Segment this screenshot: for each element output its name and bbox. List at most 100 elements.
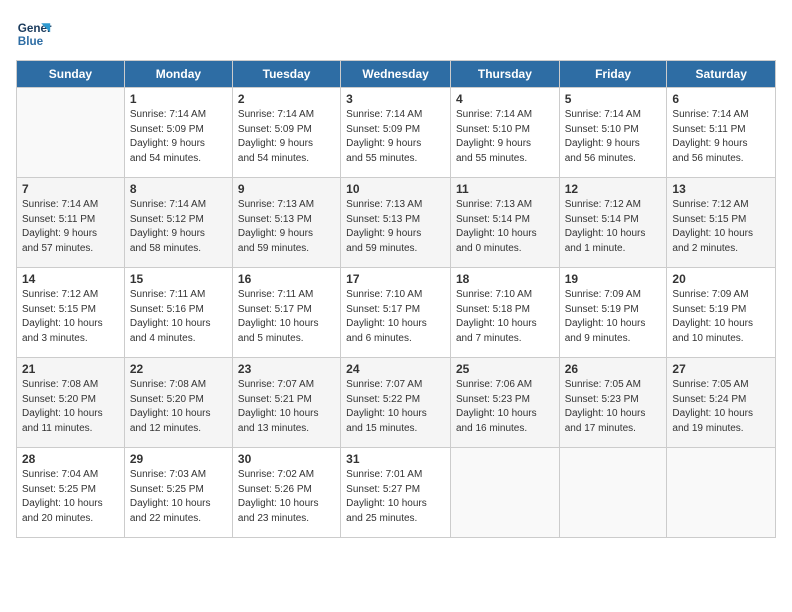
day-info: Sunrise: 7:03 AM Sunset: 5:25 PM Dayligh…	[130, 468, 227, 526]
day-header-thursday: Thursday	[450, 61, 559, 88]
day-info: Sunrise: 7:02 AM Sunset: 5:26 PM Dayligh…	[238, 468, 335, 526]
calendar-cell: 28 Sunrise: 7:04 AM Sunset: 5:25 PM Dayli…	[17, 448, 125, 538]
calendar-cell: 16 Sunrise: 7:11 AM Sunset: 5:17 PM Dayli…	[232, 268, 340, 358]
day-number: 17	[346, 272, 445, 286]
day-info: Sunrise: 7:12 AM Sunset: 5:15 PM Dayligh…	[22, 288, 119, 346]
day-info: Sunrise: 7:08 AM Sunset: 5:20 PM Dayligh…	[22, 378, 119, 436]
calendar-cell: 19 Sunrise: 7:09 AM Sunset: 5:19 PM Dayli…	[559, 268, 667, 358]
calendar-cell: 22Sunrise: 7:08 AM Sunset: 5:20 PM Dayli…	[124, 358, 232, 448]
page-header: General Blue	[16, 16, 776, 52]
day-header-saturday: Saturday	[667, 61, 776, 88]
calendar-cell: 6 Sunrise: 7:14 AM Sunset: 5:11 PM Daylig…	[667, 88, 776, 178]
day-info: Sunrise: 7:12 AM Sunset: 5:14 PM Dayligh…	[565, 198, 662, 256]
day-number: 12	[565, 182, 662, 196]
calendar-cell: 24 Sunrise: 7:07 AM Sunset: 5:22 PM Dayli…	[341, 358, 451, 448]
day-info: Sunrise: 7:01 AM Sunset: 5:27 PM Dayligh…	[346, 468, 445, 526]
day-info: Sunrise: 7:14 AM Sunset: 5:10 PM Dayligh…	[565, 108, 662, 166]
calendar-cell: 23 Sunrise: 7:07 AM Sunset: 5:21 PM Dayli…	[232, 358, 340, 448]
day-number: 27	[672, 362, 770, 376]
days-header-row: SundayMondayTuesdayWednesdayThursdayFrid…	[17, 61, 776, 88]
week-row-1: 1Sunrise: 7:14 AM Sunset: 5:09 PM Daylig…	[17, 88, 776, 178]
day-number: 5	[565, 92, 662, 106]
day-header-friday: Friday	[559, 61, 667, 88]
day-info: Sunrise: 7:14 AM Sunset: 5:12 PM Dayligh…	[130, 198, 227, 256]
day-info: Sunrise: 7:14 AM Sunset: 5:10 PM Dayligh…	[456, 108, 554, 166]
day-number: 6	[672, 92, 770, 106]
day-info: Sunrise: 7:11 AM Sunset: 5:16 PM Dayligh…	[130, 288, 227, 346]
day-number: 25	[456, 362, 554, 376]
day-info: Sunrise: 7:14 AM Sunset: 5:09 PM Dayligh…	[346, 108, 445, 166]
day-number: 2	[238, 92, 335, 106]
day-number: 18	[456, 272, 554, 286]
calendar-cell	[450, 448, 559, 538]
week-row-4: 21 Sunrise: 7:08 AM Sunset: 5:20 PM Dayli…	[17, 358, 776, 448]
day-number: 23	[238, 362, 335, 376]
day-number: 30	[238, 452, 335, 466]
day-number: 19	[565, 272, 662, 286]
day-info: Sunrise: 7:04 AM Sunset: 5:25 PM Dayligh…	[22, 468, 119, 526]
day-number: 7	[22, 182, 119, 196]
day-number: 21	[22, 362, 119, 376]
calendar-cell: 25 Sunrise: 7:06 AM Sunset: 5:23 PM Dayli…	[450, 358, 559, 448]
day-info: Sunrise: 7:12 AM Sunset: 5:15 PM Dayligh…	[672, 198, 770, 256]
day-number: 10	[346, 182, 445, 196]
calendar-cell: 20Sunrise: 7:09 AM Sunset: 5:19 PM Dayli…	[667, 268, 776, 358]
calendar-cell: 1Sunrise: 7:14 AM Sunset: 5:09 PM Daylig…	[124, 88, 232, 178]
day-info: Sunrise: 7:14 AM Sunset: 5:11 PM Dayligh…	[672, 108, 770, 166]
day-number: 14	[22, 272, 119, 286]
day-info: Sunrise: 7:14 AM Sunset: 5:09 PM Dayligh…	[238, 108, 335, 166]
calendar-cell	[667, 448, 776, 538]
day-number: 24	[346, 362, 445, 376]
day-info: Sunrise: 7:07 AM Sunset: 5:22 PM Dayligh…	[346, 378, 445, 436]
calendar-cell: 30 Sunrise: 7:02 AM Sunset: 5:26 PM Dayli…	[232, 448, 340, 538]
day-number: 13	[672, 182, 770, 196]
day-info: Sunrise: 7:14 AM Sunset: 5:09 PM Dayligh…	[130, 108, 227, 166]
logo-icon: General Blue	[16, 16, 52, 52]
calendar-cell: 12 Sunrise: 7:12 AM Sunset: 5:14 PM Dayli…	[559, 178, 667, 268]
day-number: 8	[130, 182, 227, 196]
week-row-3: 14 Sunrise: 7:12 AM Sunset: 5:15 PM Dayli…	[17, 268, 776, 358]
calendar-cell: 13 Sunrise: 7:12 AM Sunset: 5:15 PM Dayli…	[667, 178, 776, 268]
calendar-header: SundayMondayTuesdayWednesdayThursdayFrid…	[17, 61, 776, 88]
day-header-monday: Monday	[124, 61, 232, 88]
day-number: 20	[672, 272, 770, 286]
day-info: Sunrise: 7:07 AM Sunset: 5:21 PM Dayligh…	[238, 378, 335, 436]
day-info: Sunrise: 7:11 AM Sunset: 5:17 PM Dayligh…	[238, 288, 335, 346]
calendar-cell: 11Sunrise: 7:13 AM Sunset: 5:14 PM Dayli…	[450, 178, 559, 268]
calendar-cell	[559, 448, 667, 538]
calendar-cell: 5 Sunrise: 7:14 AM Sunset: 5:10 PM Daylig…	[559, 88, 667, 178]
day-number: 15	[130, 272, 227, 286]
calendar-cell: 2 Sunrise: 7:14 AM Sunset: 5:09 PM Daylig…	[232, 88, 340, 178]
calendar-cell: 17Sunrise: 7:10 AM Sunset: 5:17 PM Dayli…	[341, 268, 451, 358]
day-info: Sunrise: 7:06 AM Sunset: 5:23 PM Dayligh…	[456, 378, 554, 436]
day-header-sunday: Sunday	[17, 61, 125, 88]
calendar-cell: 29 Sunrise: 7:03 AM Sunset: 5:25 PM Dayli…	[124, 448, 232, 538]
day-number: 29	[130, 452, 227, 466]
week-row-5: 28 Sunrise: 7:04 AM Sunset: 5:25 PM Dayli…	[17, 448, 776, 538]
day-number: 4	[456, 92, 554, 106]
calendar-cell: 14 Sunrise: 7:12 AM Sunset: 5:15 PM Dayli…	[17, 268, 125, 358]
calendar-cell: 26Sunrise: 7:05 AM Sunset: 5:23 PM Dayli…	[559, 358, 667, 448]
calendar-cell: 31Sunrise: 7:01 AM Sunset: 5:27 PM Dayli…	[341, 448, 451, 538]
week-row-2: 7 Sunrise: 7:14 AM Sunset: 5:11 PM Daylig…	[17, 178, 776, 268]
day-info: Sunrise: 7:05 AM Sunset: 5:23 PM Dayligh…	[565, 378, 662, 436]
day-info: Sunrise: 7:09 AM Sunset: 5:19 PM Dayligh…	[565, 288, 662, 346]
day-number: 3	[346, 92, 445, 106]
day-info: Sunrise: 7:05 AM Sunset: 5:24 PM Dayligh…	[672, 378, 770, 436]
day-number: 11	[456, 182, 554, 196]
day-number: 28	[22, 452, 119, 466]
calendar-cell: 3 Sunrise: 7:14 AM Sunset: 5:09 PM Daylig…	[341, 88, 451, 178]
calendar-cell: 10Sunrise: 7:13 AM Sunset: 5:13 PM Dayli…	[341, 178, 451, 268]
day-header-wednesday: Wednesday	[341, 61, 451, 88]
calendar-cell: 18 Sunrise: 7:10 AM Sunset: 5:18 PM Dayli…	[450, 268, 559, 358]
calendar-cell: 21 Sunrise: 7:08 AM Sunset: 5:20 PM Dayli…	[17, 358, 125, 448]
calendar-cell: 7 Sunrise: 7:14 AM Sunset: 5:11 PM Daylig…	[17, 178, 125, 268]
day-info: Sunrise: 7:13 AM Sunset: 5:13 PM Dayligh…	[238, 198, 335, 256]
calendar-cell: 9Sunrise: 7:13 AM Sunset: 5:13 PM Daylig…	[232, 178, 340, 268]
calendar-cell: 27 Sunrise: 7:05 AM Sunset: 5:24 PM Dayli…	[667, 358, 776, 448]
day-info: Sunrise: 7:14 AM Sunset: 5:11 PM Dayligh…	[22, 198, 119, 256]
day-info: Sunrise: 7:10 AM Sunset: 5:18 PM Dayligh…	[456, 288, 554, 346]
day-number: 16	[238, 272, 335, 286]
day-info: Sunrise: 7:08 AM Sunset: 5:20 PM Dayligh…	[130, 378, 227, 436]
calendar-cell: 4 Sunrise: 7:14 AM Sunset: 5:10 PM Daylig…	[450, 88, 559, 178]
